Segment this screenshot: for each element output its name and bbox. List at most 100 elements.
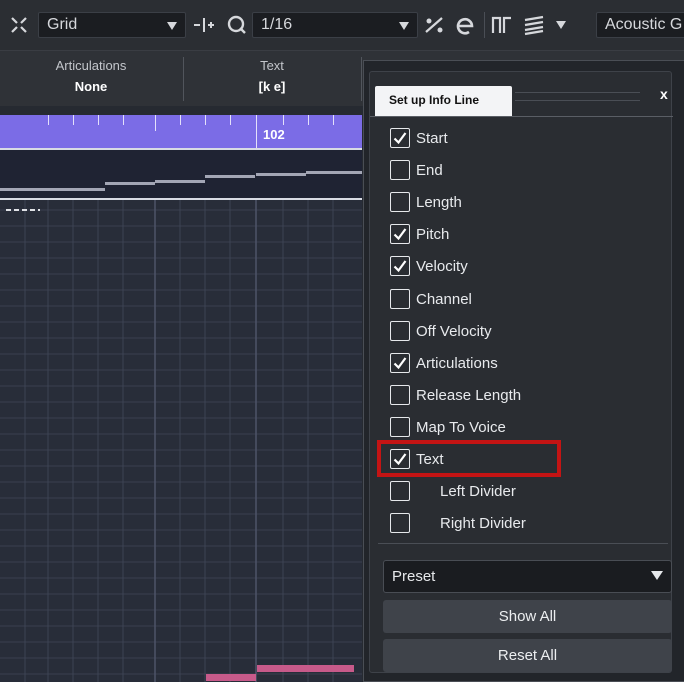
checkbox[interactable] — [390, 289, 410, 309]
swing-icon[interactable] — [422, 12, 448, 38]
instrument-label: Acoustic G — [605, 16, 683, 33]
checkbox-label: Start — [416, 129, 448, 147]
chevron-down-icon — [167, 22, 177, 30]
lane-curve-segment — [306, 171, 362, 174]
checkbox-label: Length — [416, 193, 462, 211]
instrument-select[interactable]: Acoustic G — [596, 12, 684, 38]
checkbox-label: Articulations — [416, 354, 498, 372]
show-all-button[interactable]: Show All — [383, 600, 672, 633]
chevron-down-icon[interactable] — [556, 21, 566, 29]
checkbox-row-end[interactable]: End — [390, 157, 443, 183]
info-text-header: Text — [260, 58, 284, 73]
checkbox-row-velocity[interactable]: Velocity — [390, 253, 468, 279]
snap-type-select[interactable]: Grid — [38, 12, 186, 38]
ruler-bar-tick — [256, 115, 257, 148]
checkbox-row-off-velocity[interactable]: Off Velocity — [390, 318, 492, 344]
snap-toggle-icon[interactable] — [8, 12, 30, 38]
ruler-tick — [123, 115, 124, 125]
reset-all-button[interactable]: Reset All — [383, 639, 672, 672]
preset-select[interactable]: Preset — [383, 560, 672, 593]
checkbox-row-channel[interactable]: Channel — [390, 286, 472, 312]
checkbox-row-map-to-voice[interactable]: Map To Voice — [390, 414, 506, 440]
snap-type-label: Grid — [47, 16, 78, 33]
close-button[interactable]: x — [660, 86, 668, 102]
info-articulations-value[interactable]: None — [0, 79, 182, 94]
ruler[interactable]: 102 — [0, 115, 362, 148]
checkbox[interactable] — [390, 128, 410, 148]
checkbox[interactable] — [390, 224, 410, 244]
checkbox-label: Release Length — [416, 386, 522, 404]
checkbox-row-pitch[interactable]: Pitch — [390, 221, 449, 247]
dialog-panel: Set up Info Line x Start End Length Pitch Ve… — [369, 71, 673, 673]
note-grid[interactable] — [0, 200, 362, 682]
info-text-value[interactable]: [k e] — [184, 79, 360, 94]
highlight-box — [377, 440, 561, 477]
checkbox[interactable] — [390, 353, 410, 373]
ruler-tick — [73, 115, 74, 125]
preset-label: Preset — [392, 568, 436, 585]
ruler-tick — [180, 115, 181, 125]
checkbox-label: End — [416, 161, 443, 179]
checkbox[interactable] — [390, 481, 410, 501]
checkmark-icon — [393, 228, 407, 241]
checkbox-label: Left Divider — [440, 482, 516, 500]
checkbox-label: Right Divider — [440, 514, 526, 532]
dialog-tab: Set up Info Line — [375, 86, 512, 116]
quantize-icon[interactable] — [226, 12, 248, 38]
checkbox[interactable] — [390, 385, 410, 405]
midi-note[interactable] — [257, 665, 354, 672]
quantize-preset-select[interactable]: 1/16 — [252, 12, 418, 38]
midi-note[interactable] — [206, 674, 256, 681]
chevron-down-icon — [399, 22, 409, 30]
checkbox-row-release-length[interactable]: Release Length — [390, 382, 521, 408]
lane-curve-segment — [0, 188, 105, 191]
key-editor-window: Grid 1/16 Acoustic G Articulations None … — [0, 0, 684, 682]
iterative-quantize-icon[interactable] — [192, 12, 216, 38]
lane-curve-segment — [155, 180, 205, 183]
lane-curve-segment — [105, 182, 155, 185]
setup-info-line-dialog: Set up Info Line x Start End Length Pitch Ve… — [363, 60, 684, 682]
checkmark-icon — [393, 357, 407, 370]
checkmark-icon — [393, 132, 407, 145]
checkbox-row-start[interactable]: Start — [390, 125, 448, 151]
lane-curve-segment — [256, 173, 306, 176]
checkbox-row-right-divider[interactable]: Right Divider — [390, 510, 526, 536]
checkbox-label: Off Velocity — [416, 322, 492, 340]
quantize-lengths-icon[interactable] — [454, 12, 478, 38]
title-line — [515, 92, 640, 93]
ruler-bar-number: 102 — [263, 127, 285, 142]
tab-underline — [370, 116, 673, 117]
step-input-icon[interactable] — [490, 12, 514, 38]
ruler-tick — [283, 115, 284, 125]
title-line — [515, 100, 640, 101]
info-text-column[interactable]: Text [k e] — [184, 51, 360, 107]
checkbox-row-left-divider[interactable]: Left Divider — [390, 478, 516, 504]
info-articulations-column[interactable]: Articulations None — [0, 51, 182, 107]
info-articulations-header: Articulations — [55, 58, 127, 73]
ruler-tick — [98, 115, 99, 125]
lane-curve-segment — [205, 175, 255, 178]
checkbox-row-articulations[interactable]: Articulations — [390, 350, 498, 376]
checkbox[interactable] — [390, 321, 410, 341]
checkbox-label: Pitch — [416, 225, 450, 243]
toolbar: Grid 1/16 Acoustic G — [0, 0, 684, 50]
ruler-tick — [230, 115, 231, 125]
ruler-tick — [205, 115, 206, 125]
toolbar-divider — [484, 12, 485, 38]
checkbox[interactable] — [390, 417, 410, 437]
checkbox[interactable] — [390, 160, 410, 180]
section-divider — [378, 543, 668, 544]
chevron-down-icon — [651, 571, 663, 580]
checkbox-label: Channel — [416, 290, 472, 308]
checkbox-label: Map To Voice — [416, 418, 506, 436]
grid-lines — [0, 200, 362, 682]
controller-lane[interactable] — [0, 148, 362, 200]
checkbox[interactable] — [390, 192, 410, 212]
info-divider — [361, 57, 362, 101]
checkbox[interactable] — [390, 256, 410, 276]
checkmark-icon — [393, 260, 407, 273]
chord-stack-icon[interactable] — [522, 12, 546, 38]
checkbox[interactable] — [390, 513, 410, 533]
quantize-value: 1/16 — [261, 16, 293, 33]
checkbox-row-length[interactable]: Length — [390, 189, 462, 215]
